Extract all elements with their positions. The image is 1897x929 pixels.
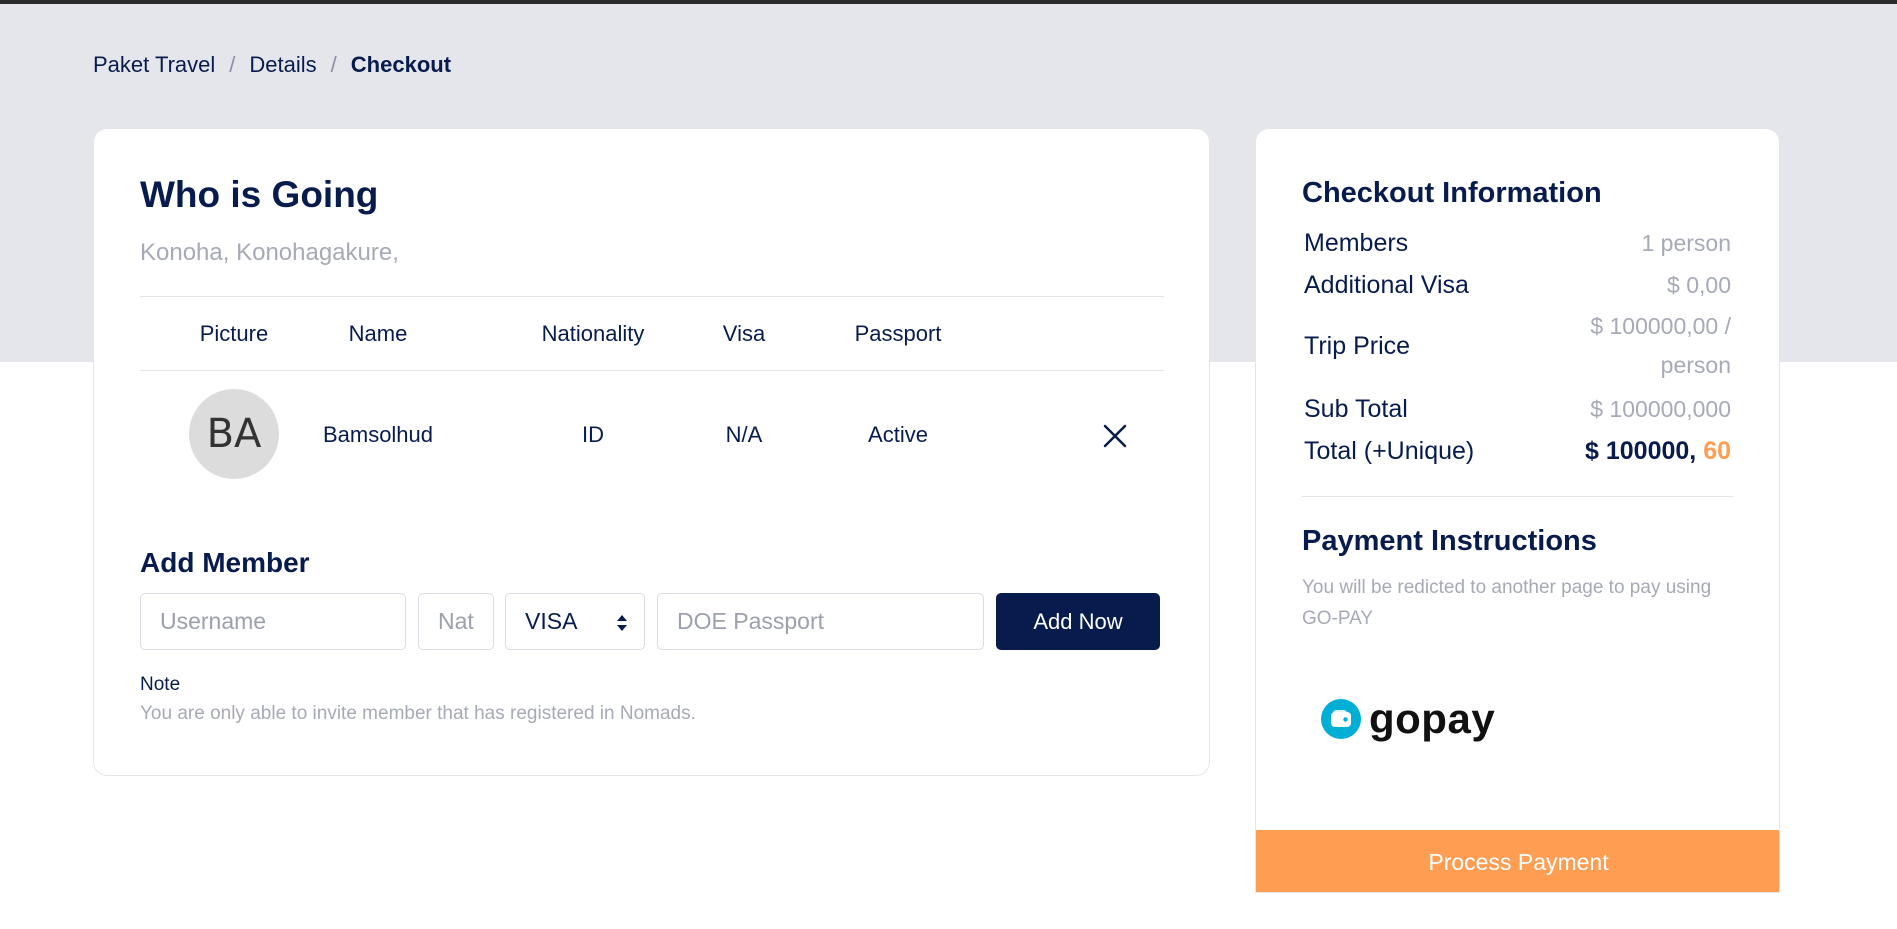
- sub-total-label: Sub Total: [1304, 395, 1408, 423]
- divider: [140, 370, 1164, 371]
- checkout-information-title: Checkout Information: [1302, 177, 1602, 209]
- who-is-going-title: Who is Going: [140, 174, 379, 215]
- additional-visa-label: Additional Visa: [1304, 271, 1469, 299]
- breadcrumb-separator: /: [229, 52, 236, 77]
- note-label: Note: [140, 674, 181, 695]
- member-visa: N/A: [725, 422, 763, 447]
- username-input[interactable]: Username: [140, 593, 406, 650]
- divider: [1302, 496, 1733, 497]
- visa-select[interactable]: VISA: [505, 593, 645, 650]
- gopay-wordmark: gopay: [1369, 695, 1496, 742]
- trip-price-label: Trip Price: [1304, 332, 1411, 360]
- members-value: 1 person: [1641, 230, 1731, 256]
- add-member-title: Add Member: [140, 547, 310, 578]
- visa-select-value: VISA: [525, 608, 578, 634]
- column-header-picture: Picture: [199, 321, 269, 346]
- checkout-card: Checkout Information Members 1 person Ad…: [1255, 128, 1780, 893]
- process-payment-button[interactable]: Process Payment: [1256, 830, 1779, 892]
- column-header-name: Name: [348, 321, 408, 346]
- column-header-visa: Visa: [722, 321, 766, 346]
- payment-instructions-title: Payment Instructions: [1302, 525, 1597, 557]
- breadcrumb: Paket Travel / Details / Checkout: [93, 52, 451, 78]
- member-nationality: ID: [582, 422, 604, 447]
- members-label: Members: [1304, 229, 1409, 257]
- breadcrumb-details[interactable]: Details: [249, 52, 316, 78]
- total-label: Total (+Unique): [1304, 437, 1475, 465]
- avatar: BA: [189, 389, 279, 479]
- close-icon: [1103, 424, 1127, 448]
- payment-instructions-text: You will be redicted to another page to …: [1302, 577, 1712, 629]
- column-header-nationality: Nationality: [541, 321, 645, 346]
- divider: [140, 296, 1164, 297]
- total-value-main: $ 100000,: [1585, 437, 1704, 465]
- gopay-logo: gopay: [1321, 695, 1495, 743]
- trip-location: Konoha, Konohagakure,: [140, 239, 399, 266]
- who-is-going-card: Who is Going Konoha, Konohagakure, Pictu…: [93, 128, 1210, 776]
- breadcrumb-paket-travel[interactable]: Paket Travel: [93, 52, 215, 78]
- total-unique-code: 60: [1703, 437, 1731, 465]
- sort-arrows-icon: [617, 615, 627, 631]
- add-now-button[interactable]: Add Now: [996, 593, 1160, 650]
- nationality-input[interactable]: Nat: [418, 593, 494, 650]
- breadcrumb-checkout: Checkout: [350, 52, 452, 77]
- passport-input[interactable]: DOE Passport: [657, 593, 984, 650]
- trip-price-value-line2: person: [1660, 352, 1731, 378]
- sub-total-value: $ 100000,000: [1590, 396, 1731, 422]
- note-text: You are only able to invite member that …: [140, 703, 696, 724]
- column-header-passport: Passport: [854, 321, 942, 346]
- member-name: Bamsolhud: [322, 422, 434, 447]
- total-value: $ 100000, 60: [1585, 437, 1731, 466]
- remove-member-button[interactable]: [1100, 421, 1130, 451]
- trip-price-value-line1: $ 100000,00 /: [1590, 313, 1731, 339]
- breadcrumb-separator: /: [330, 52, 337, 77]
- wallet-icon: [1321, 699, 1361, 739]
- additional-visa-value: $ 0,00: [1667, 272, 1731, 298]
- member-passport: Active: [868, 422, 928, 447]
